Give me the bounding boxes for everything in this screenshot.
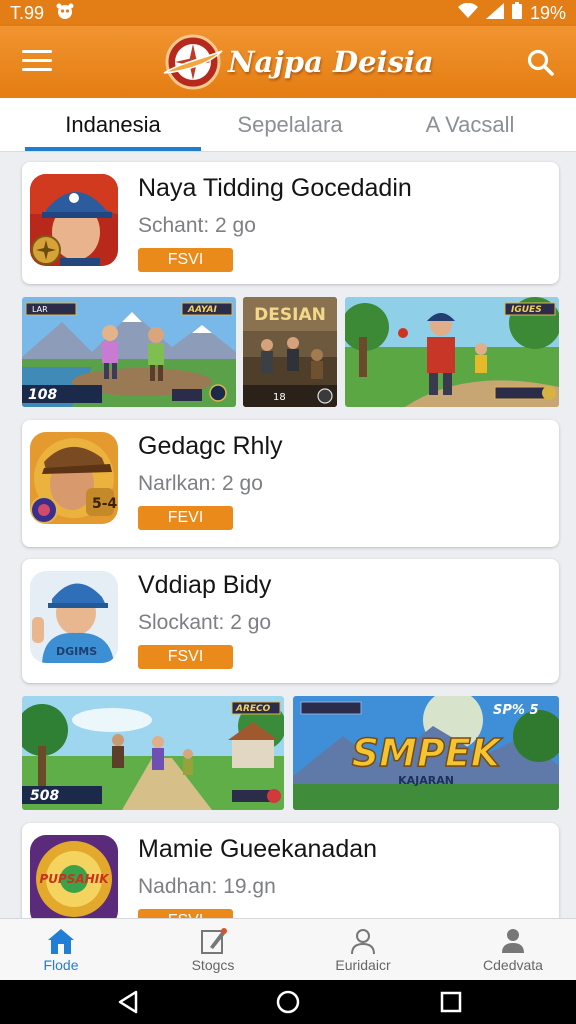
app-card[interactable]: DGIMS Vddiap Bidy Slockant: 2 go FSVI	[22, 559, 559, 683]
wifi-icon	[457, 2, 478, 24]
banner-village-path[interactable]: ARECO 508	[22, 696, 284, 810]
tab-bar: Indanesia Sepelalara A Vacsall	[0, 98, 576, 152]
tab-sepelalara[interactable]: Sepelalara	[202, 98, 378, 152]
nav-label: Stogcs	[191, 957, 235, 973]
banner-score: 18	[273, 392, 286, 403]
notification-icon	[56, 3, 74, 24]
nav-label: Euridaicr	[335, 957, 391, 973]
app-logo: Najpa Deisia	[162, 33, 434, 91]
system-navigation-bar	[0, 980, 576, 1024]
banner-hud-right: AAYAI	[187, 305, 218, 315]
app-icon: PUPSAHIK	[30, 835, 118, 927]
logo-emblem-icon	[163, 34, 223, 90]
app-name: Gedagc Rhly	[138, 432, 283, 460]
recents-square-icon	[440, 991, 462, 1013]
bottom-navigation: Flode Stogcs Euridaicr Cdedvata	[0, 918, 576, 980]
home-icon	[48, 929, 74, 954]
battery-level: 19%	[529, 2, 566, 23]
icon-label: 5-4	[92, 496, 118, 512]
icon-label: PUPSAHIK	[39, 872, 110, 886]
banner-smpek-title[interactable]: SMPEK KAJARAN SP% 5	[293, 696, 559, 810]
tab-indanesia[interactable]: Indanesia	[25, 98, 201, 152]
nav-label: Flode	[43, 957, 79, 973]
signal-icon	[485, 2, 504, 24]
system-recents-button[interactable]	[436, 988, 466, 1016]
menu-button[interactable]	[22, 50, 52, 76]
banner-hud-right: IGUES	[511, 305, 542, 315]
tab-a-vacsall[interactable]: A Vacsall	[380, 98, 560, 152]
nav-item-stogcs[interactable]: Stogcs	[158, 919, 268, 981]
banner-title: DESIAN	[254, 305, 326, 325]
app-title: Najpa Deisia	[228, 45, 434, 79]
app-name: Naya Tidding Gocedadin	[138, 174, 412, 202]
system-back-button[interactable]	[114, 988, 144, 1016]
app-name: Vddiap Bidy	[138, 571, 272, 599]
nav-item-home[interactable]: Flode	[6, 919, 116, 981]
app-badge-button[interactable]: FSVI	[138, 645, 233, 669]
app-icon: DGIMS	[30, 571, 118, 663]
banner-score: 508	[30, 788, 59, 804]
search-icon	[527, 49, 554, 76]
app-badge-button[interactable]: FSVI	[138, 248, 233, 272]
home-circle-icon	[276, 990, 300, 1014]
edit-icon	[201, 928, 227, 954]
banner-hud-left: LAR	[32, 305, 48, 314]
app-meta: Schant: 2 go	[138, 214, 256, 237]
nav-label: Cdedvata	[483, 957, 543, 973]
app-icon: 5-4	[30, 432, 118, 524]
nav-item-euridaicr[interactable]: Euridaicr	[308, 919, 418, 981]
nav-item-cdedvata[interactable]: Cdedvata	[458, 919, 568, 981]
battery-icon	[511, 2, 522, 24]
person-outline-icon	[351, 929, 375, 955]
app-badge-button[interactable]: FEVI	[138, 506, 233, 530]
banner-hud-right: SP% 5	[493, 703, 539, 718]
status-bar: T.99 19%	[0, 0, 576, 26]
app-icon	[30, 174, 118, 266]
app-bar: Najpa Deisia	[0, 26, 576, 98]
app-card[interactable]: Naya Tidding Gocedadin Schant: 2 go FSVI	[22, 162, 559, 284]
icon-label: DGIMS	[56, 645, 97, 658]
person-filled-icon	[502, 929, 524, 953]
app-card[interactable]: 5-4 Gedagc Rhly Narlkan: 2 go FEVI	[22, 420, 559, 547]
banner-title: SMPEK	[352, 731, 503, 775]
app-meta: Nadhan: 19.gn	[138, 875, 276, 898]
app-meta: Narlkan: 2 go	[138, 472, 263, 495]
status-time: T.99	[10, 2, 45, 23]
app-name: Mamie Gueekanadan	[138, 835, 378, 863]
banner-desian[interactable]: DESIAN 18	[243, 297, 337, 407]
tab-indicator	[25, 147, 201, 151]
banner-subtitle: KAJARAN	[398, 774, 454, 787]
banner-mountain-dance[interactable]: LAR AAYAI 108	[22, 297, 236, 407]
system-home-button[interactable]	[273, 988, 303, 1016]
app-meta: Slockant: 2 go	[138, 611, 272, 634]
banner-score: 108	[28, 387, 57, 403]
back-triangle-icon	[118, 990, 138, 1014]
banner-hud-right: ARECO	[235, 704, 271, 714]
banner-jungle-hero[interactable]: IGUES	[345, 297, 559, 407]
search-button[interactable]	[526, 48, 556, 78]
